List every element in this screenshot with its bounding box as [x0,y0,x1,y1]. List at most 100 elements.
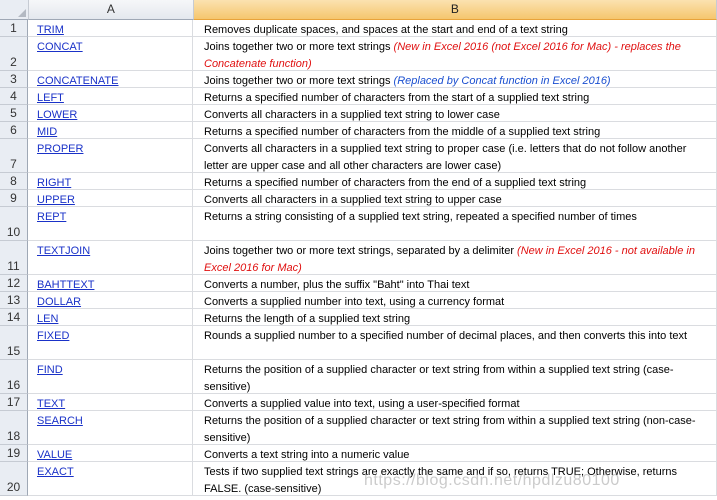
cell-b[interactable]: Converts a supplied value into text, usi… [193,394,717,411]
cell-a[interactable]: TRIM [28,20,193,37]
row-number: 15 [6,344,21,358]
function-link[interactable]: TEXTJOIN [37,245,90,257]
row-header[interactable]: 4 [0,88,28,105]
function-link[interactable]: LOWER [37,109,77,121]
function-link[interactable]: CONCAT [37,41,83,53]
row-number: 9 [10,191,17,205]
cell-b[interactable]: Converts a supplied number into text, us… [193,292,717,309]
row-number: 19 [6,446,21,460]
row-header[interactable]: 3 [0,71,28,88]
cell-b[interactable]: Joins together two or more text strings,… [193,241,717,275]
cell-a[interactable]: PROPER [28,139,193,173]
function-link[interactable]: UPPER [37,194,75,206]
table-row: 19 VALUE Converts a text string into a num… [0,445,717,462]
row-header[interactable]: 16 [0,360,28,394]
row-header[interactable]: 13 [0,292,28,309]
cell-a[interactable]: REPT [28,207,193,241]
cell-b[interactable]: Returns the position of a supplied chara… [193,360,717,394]
function-link[interactable]: RIGHT [37,177,71,189]
table-row: 14 LEN Returns the length of a supplied te… [0,309,717,326]
cell-a[interactable]: LOWER [28,105,193,122]
function-link[interactable]: LEN [37,313,58,325]
cell-a[interactable]: LEN [28,309,193,326]
function-link[interactable]: MID [37,126,57,138]
cell-b[interactable]: Removes duplicate spaces, and spaces at … [193,20,717,37]
function-link[interactable]: REPT [37,211,66,223]
function-description: Returns the position of a supplied chara… [204,415,696,444]
cell-a[interactable]: RIGHT [28,173,193,190]
cell-a[interactable]: FIXED [28,326,193,360]
cell-a[interactable]: FIND [28,360,193,394]
column-header-b[interactable]: B [193,0,717,20]
cell-a[interactable]: MID [28,122,193,139]
table-row: 10 REPT Returns a string consisting of a s… [0,207,717,241]
row-header[interactable]: 6 [0,122,28,139]
cell-b[interactable]: Rounds a supplied number to a specified … [193,326,717,360]
row-header[interactable]: 10 [0,207,28,241]
cell-b[interactable]: Returns a specified number of characters… [193,88,717,105]
function-description: Returns a specified number of characters… [204,177,587,189]
cell-b[interactable]: Returns a specified number of characters… [193,173,717,190]
cell-a[interactable]: CONCATENATE [28,71,193,88]
cell-a[interactable]: EXACT [28,462,193,496]
row-number: 17 [6,395,21,409]
table-row: 5 LOWER Converts all characters in a suppl… [0,105,717,122]
row-header[interactable]: 1 [0,20,28,37]
table-row: 12 BAHTTEXT Converts a number, plus the su… [0,275,717,292]
function-link[interactable]: CONCATENATE [37,75,119,87]
function-description: Joins together two or more text strings [204,75,391,87]
row-header[interactable]: 5 [0,105,28,122]
function-link[interactable]: FIXED [37,330,69,342]
function-link[interactable]: PROPER [37,143,83,155]
row-header[interactable]: 19 [0,445,28,462]
function-link[interactable]: LEFT [37,92,64,104]
select-all-corner[interactable] [0,0,29,20]
function-description: Rounds a supplied number to a specified … [204,330,688,342]
function-link[interactable]: FIND [37,364,63,376]
cell-a[interactable]: LEFT [28,88,193,105]
row-header[interactable]: 7 [0,139,28,173]
cell-b[interactable]: Joins together two or more text strings … [193,37,717,71]
function-description: Converts a number, plus the suffix "Baht… [204,279,470,291]
cell-a[interactable]: TEXT [28,394,193,411]
function-link[interactable]: SEARCH [37,415,83,427]
cell-b[interactable]: Converts all characters in a supplied te… [193,139,717,173]
cell-b[interactable]: Returns the position of a supplied chara… [193,411,717,445]
function-description: Converts all characters in a supplied te… [204,109,500,121]
cell-a[interactable]: SEARCH [28,411,193,445]
cell-b[interactable]: Converts a number, plus the suffix "Baht… [193,275,717,292]
row-header[interactable]: 20 [0,462,28,496]
row-header[interactable]: 15 [0,326,28,360]
cell-b[interactable]: Returns a specified number of characters… [193,122,717,139]
column-header-a[interactable]: A [28,0,194,20]
row-header[interactable]: 17 [0,394,28,411]
cell-b[interactable]: Converts all characters in a supplied te… [193,105,717,122]
cell-b[interactable]: Returns a string consisting of a supplie… [193,207,717,241]
cell-b[interactable]: Returns the length of a supplied text st… [193,309,717,326]
cell-b[interactable]: Converts all characters in a supplied te… [193,190,717,207]
row-header[interactable]: 12 [0,275,28,292]
cell-b[interactable]: Converts a text string into a numeric va… [193,445,717,462]
cell-a[interactable]: DOLLAR [28,292,193,309]
cell-a[interactable]: VALUE [28,445,193,462]
row-header[interactable]: 11 [0,241,28,275]
function-link[interactable]: TRIM [37,24,64,36]
cell-a[interactable]: BAHTTEXT [28,275,193,292]
function-link[interactable]: DOLLAR [37,296,81,308]
cell-a[interactable]: UPPER [28,190,193,207]
row-header[interactable]: 9 [0,190,28,207]
function-link[interactable]: BAHTTEXT [37,279,94,291]
row-header[interactable]: 2 [0,37,28,71]
function-description: Converts all characters in a supplied te… [204,194,502,206]
row-header[interactable]: 18 [0,411,28,445]
cell-a[interactable]: CONCAT [28,37,193,71]
function-link[interactable]: VALUE [37,449,72,461]
row-header[interactable]: 14 [0,309,28,326]
cell-b[interactable]: Joins together two or more text strings … [193,71,717,88]
cell-a[interactable]: TEXTJOIN [28,241,193,275]
table-row: 2 CONCAT Joins together two or more text s… [0,37,717,71]
function-link[interactable]: TEXT [37,398,65,410]
row-number: 3 [10,72,17,86]
function-link[interactable]: EXACT [37,466,74,478]
row-header[interactable]: 8 [0,173,28,190]
